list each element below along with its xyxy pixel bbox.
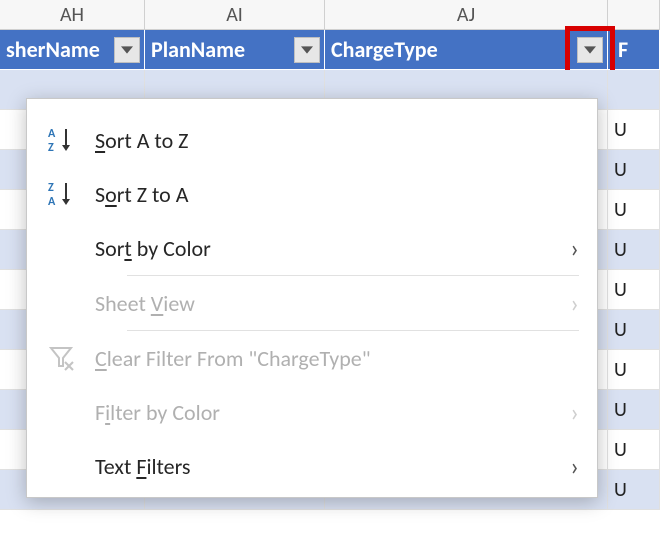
- menu-label: Filter by Color: [95, 399, 570, 426]
- menu-label: Sort Z to A: [95, 181, 579, 208]
- menu-label: Text Filters: [95, 453, 570, 480]
- menu-clear-filter: Clear Filter From "ChargeType": [27, 331, 597, 385]
- col-letter-aj[interactable]: AJ: [325, 0, 608, 29]
- filter-button-chargetype[interactable]: [577, 37, 603, 63]
- chevron-right-icon: ›: [570, 450, 579, 482]
- chevron-right-icon: ›: [570, 287, 579, 319]
- menu-label: Sheet View: [95, 290, 570, 317]
- cell[interactable]: U: [608, 430, 660, 469]
- filter-button-shername[interactable]: [114, 37, 140, 63]
- menu-label: Clear Filter From "ChargeType": [95, 345, 579, 372]
- chevron-down-icon: [584, 44, 596, 56]
- menu-label: Sort by Color: [95, 235, 570, 262]
- header-label: sherName: [6, 36, 100, 63]
- menu-sheet-view: Sheet View ›: [27, 276, 597, 330]
- cell[interactable]: U: [608, 310, 660, 349]
- sort-az-icon: A Z: [27, 125, 95, 155]
- cell[interactable]: U: [608, 110, 660, 149]
- autofilter-menu: A Z Sort A to Z Z A Sort Z to A Sort by …: [26, 98, 598, 498]
- menu-sort-za[interactable]: Z A Sort Z to A: [27, 167, 597, 221]
- sort-za-icon: Z A: [27, 179, 95, 209]
- filter-button-planname[interactable]: [294, 37, 320, 63]
- svg-text:A: A: [48, 195, 56, 209]
- header-label: F: [618, 36, 628, 63]
- header-cell-shername[interactable]: sherName: [0, 30, 145, 69]
- chevron-right-icon: ›: [570, 232, 579, 264]
- header-label: PlanName: [151, 36, 245, 63]
- menu-label: Sort A to Z: [95, 127, 579, 154]
- col-letter-ah[interactable]: AH: [0, 0, 145, 29]
- clear-filter-icon: [27, 344, 95, 372]
- col-letter-ai[interactable]: AI: [145, 0, 325, 29]
- col-letter-ak[interactable]: [608, 0, 660, 29]
- chevron-down-icon: [301, 44, 313, 56]
- svg-text:A: A: [48, 127, 56, 141]
- header-cell-chargetype[interactable]: ChargeType: [325, 30, 608, 69]
- cell[interactable]: U: [608, 270, 660, 309]
- chevron-right-icon: ›: [570, 396, 579, 428]
- svg-text:Z: Z: [48, 141, 54, 155]
- header-cell-planname[interactable]: PlanName: [145, 30, 325, 69]
- header-label: ChargeType: [331, 36, 438, 63]
- table-header-row: sherName PlanName ChargeType F: [0, 30, 660, 70]
- cell[interactable]: U: [608, 470, 660, 509]
- cell[interactable]: U: [608, 190, 660, 229]
- cell[interactable]: U: [608, 230, 660, 269]
- menu-text-filters[interactable]: Text Filters ›: [27, 439, 597, 493]
- menu-sort-by-color[interactable]: Sort by Color ›: [27, 221, 597, 275]
- cell[interactable]: U: [608, 350, 660, 389]
- cell[interactable]: U: [608, 390, 660, 429]
- cell[interactable]: [608, 70, 660, 109]
- cell[interactable]: U: [608, 150, 660, 189]
- menu-sort-az[interactable]: A Z Sort A to Z: [27, 113, 597, 167]
- svg-text:Z: Z: [48, 181, 54, 195]
- header-cell-next[interactable]: F: [608, 30, 660, 69]
- column-letters-bar: AH AI AJ: [0, 0, 660, 30]
- menu-filter-by-color: Filter by Color ›: [27, 385, 597, 439]
- chevron-down-icon: [121, 44, 133, 56]
